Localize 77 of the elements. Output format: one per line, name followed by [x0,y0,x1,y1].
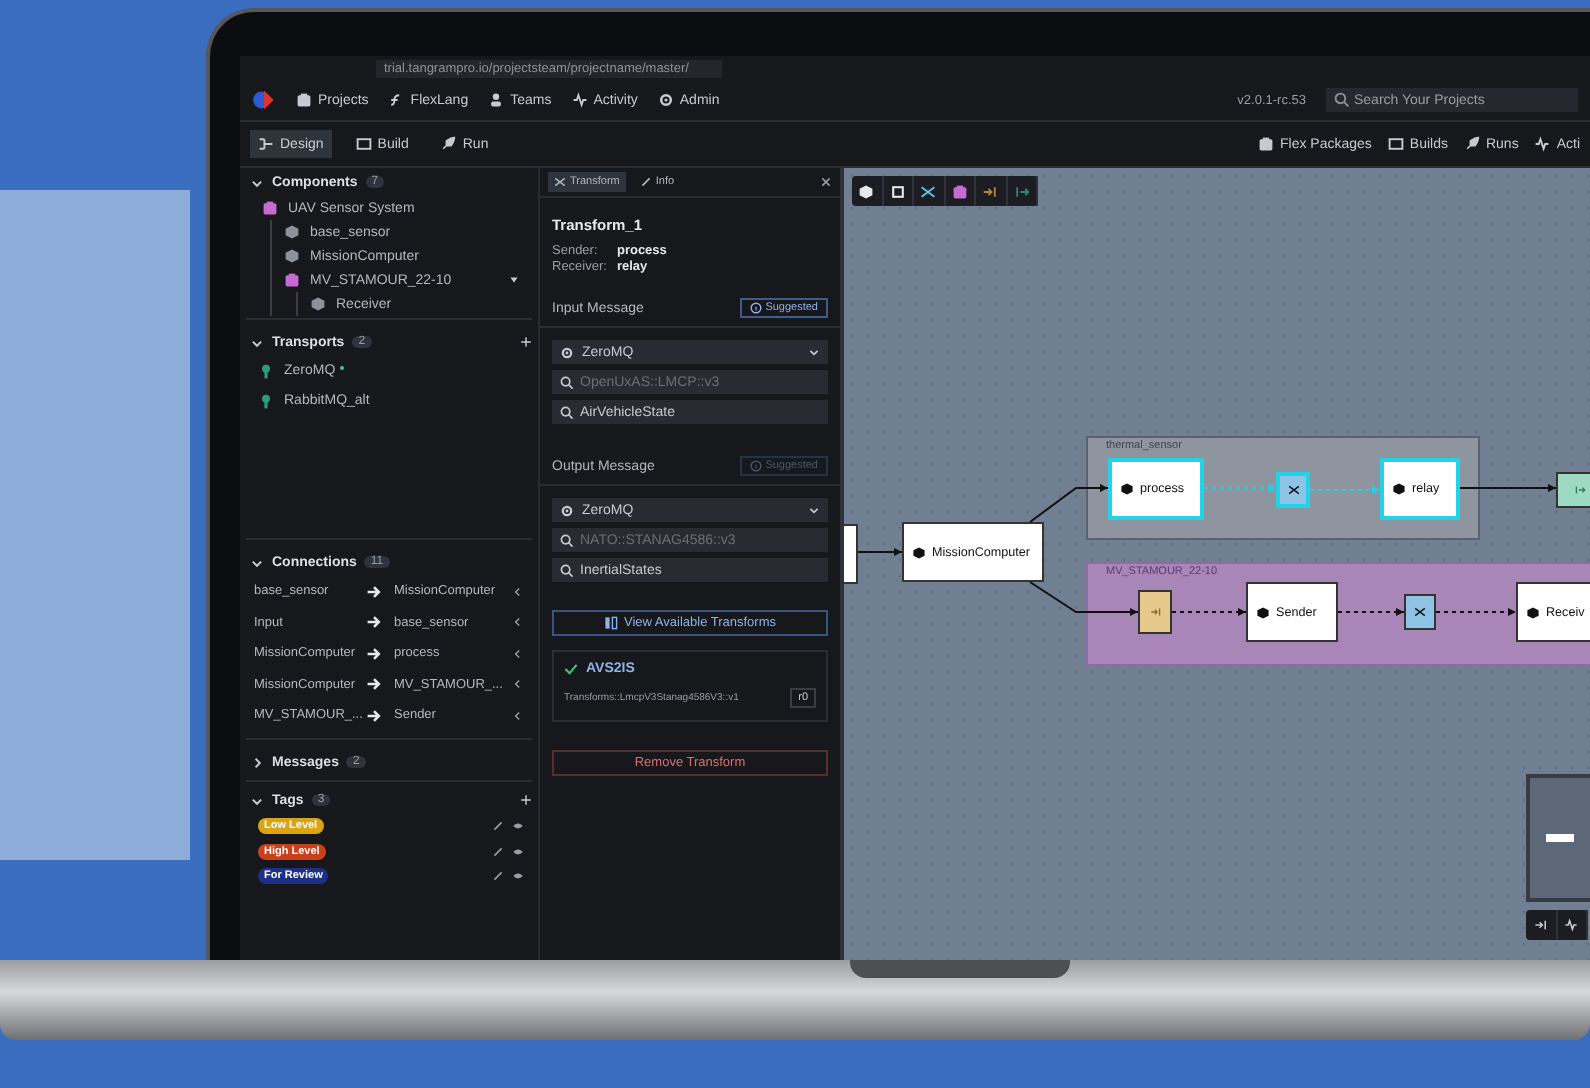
square-icon [889,183,906,199]
input-node[interactable] [1138,590,1172,634]
input-port-icon [1149,606,1161,618]
pulse-icon [571,92,588,108]
rocket-icon [440,136,457,152]
cube-icon [912,545,926,559]
cube-icon [310,296,326,312]
package-icon [951,183,968,199]
shuffle-icon [1414,606,1426,618]
connection-line [1029,484,1109,523]
connection-line [1171,608,1247,616]
connection-line [1309,486,1381,494]
cube-icon [1120,482,1134,496]
function-icon [388,92,405,108]
input-port-icon [982,183,999,199]
connection-line [1029,581,1139,616]
connection-line [1337,608,1405,616]
arrow-icon [366,707,382,724]
cube-icon [1256,605,1270,619]
transform-node[interactable] [1276,472,1310,508]
chevron-icon [808,504,820,516]
cube-icon [1392,482,1406,496]
gear-icon [560,503,574,517]
app-logo-icon [252,88,276,112]
arrow-icon [366,583,382,600]
rocket-icon [1463,136,1480,152]
shuffle-icon [1287,484,1299,496]
output-port-icon [1574,484,1586,496]
people-icon [488,92,505,108]
connection-line [857,548,903,556]
chevron-icon [512,616,524,629]
pencil-icon [639,176,652,188]
tree-icon [258,393,274,409]
design-icon [258,136,274,152]
monitor-icon [355,136,372,152]
monitor-icon [1387,136,1404,152]
output-port-icon [1013,183,1030,199]
arrow-icon [366,676,382,693]
gear-icon [560,345,574,359]
close-icon [820,176,832,188]
cube-icon [1526,605,1540,619]
connection-line [1203,484,1277,492]
component-node[interactable] [844,524,858,584]
arrow-icon [366,614,382,631]
search-icon [1334,92,1350,108]
chevron-icon [808,346,820,358]
connection-line [1459,484,1557,492]
output-node[interactable] [1556,472,1590,508]
chevron-icon [512,647,524,660]
search-icon [560,405,574,419]
chevron-icon [512,678,524,691]
package-icon [262,200,278,216]
chevron-icon [512,709,524,722]
shuffle-icon [554,176,566,188]
package-icon [1257,136,1274,152]
connection-line [1435,608,1517,616]
arrow-icon [366,645,382,662]
info-icon [749,460,762,472]
search-icon [560,533,574,547]
check-icon [564,662,578,676]
plus-icon [520,794,532,806]
settings-icon [657,92,674,108]
package-icon [284,272,300,288]
cube-icon [858,183,875,199]
shuffle-icon [920,183,937,199]
box-icon [296,92,312,108]
tree-icon [258,363,274,379]
minimap-node [1546,834,1574,842]
pulse-icon [1534,136,1551,152]
search-icon [560,563,574,577]
chevron-icon [512,585,524,598]
info-icon [749,302,762,314]
search-icon [560,375,574,389]
transform-node[interactable] [1404,594,1436,630]
plus-icon [520,336,532,348]
columns-icon [604,616,618,630]
minimap[interactable] [1526,774,1590,902]
